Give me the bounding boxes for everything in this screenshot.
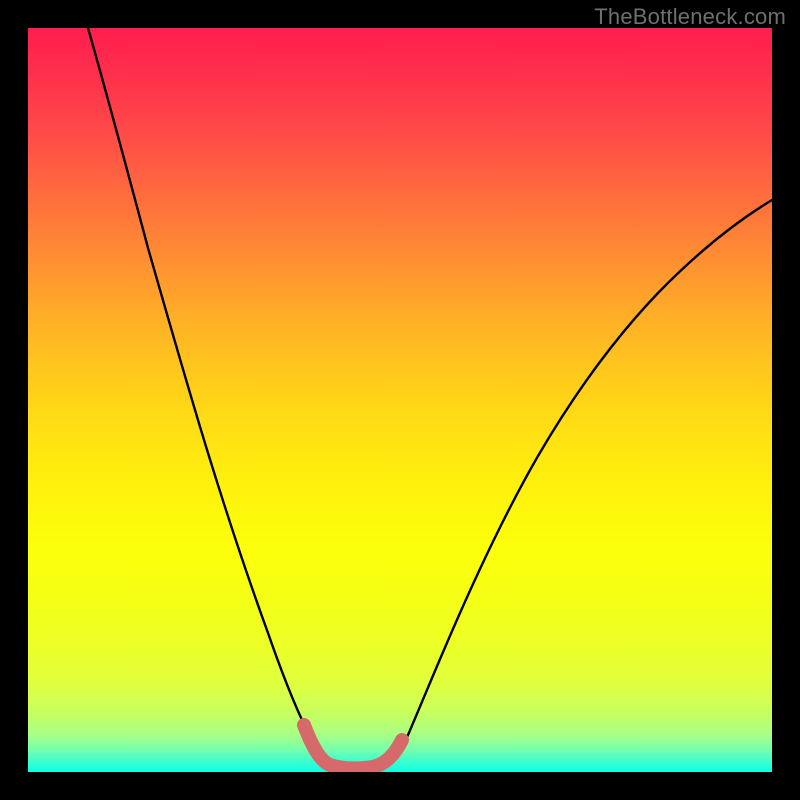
plot-area — [28, 28, 772, 772]
curve-layer — [28, 28, 772, 772]
watermark-text: TheBottleneck.com — [594, 4, 786, 30]
highlight-segment — [304, 725, 402, 768]
bottleneck-curve — [88, 28, 772, 767]
outer-frame: TheBottleneck.com — [0, 0, 800, 800]
